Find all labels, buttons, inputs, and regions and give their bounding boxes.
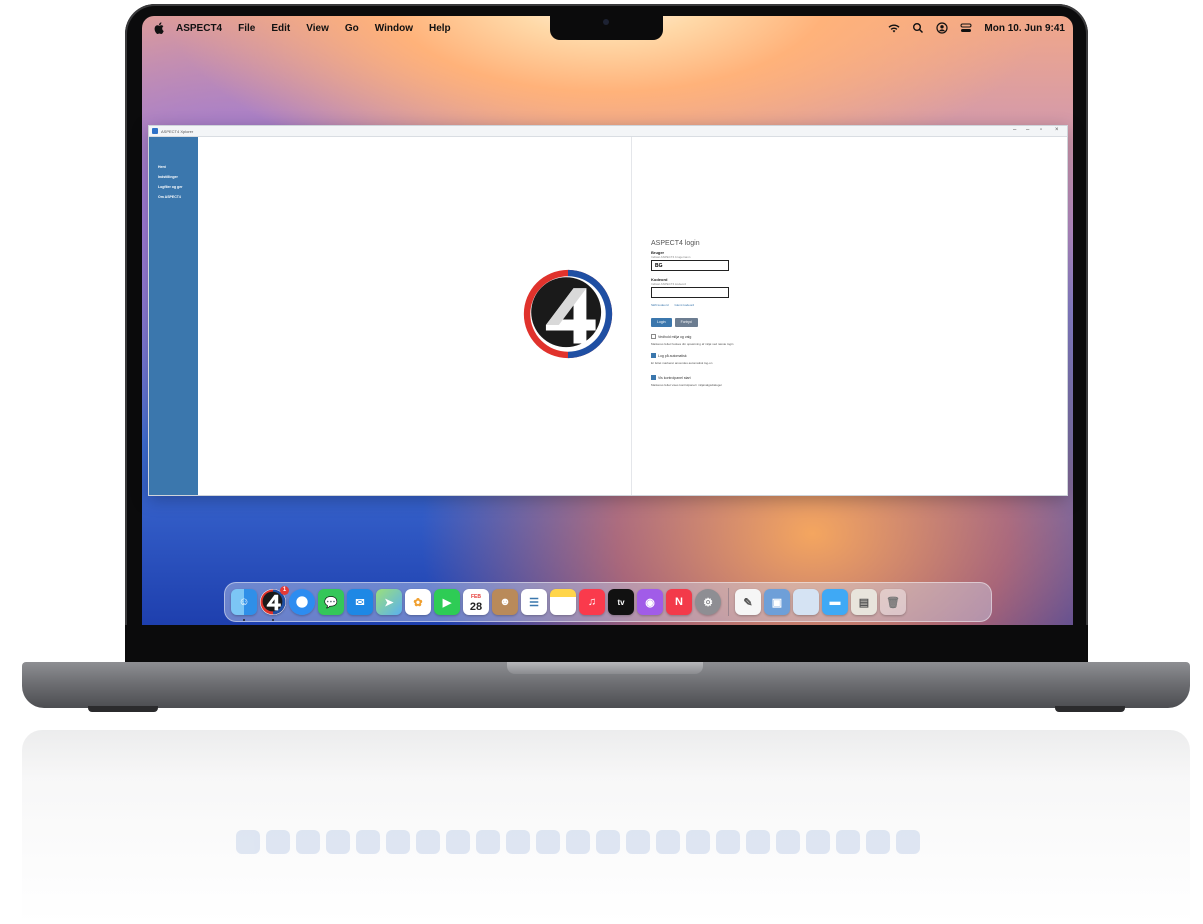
facetime-icon[interactable]: ▶	[434, 589, 460, 615]
sidebar-item-hent[interactable]: Hent	[149, 162, 198, 172]
notes-icon[interactable]	[550, 589, 576, 615]
menu-view[interactable]: View	[306, 23, 329, 34]
menu-go[interactable]: Go	[345, 23, 359, 34]
password-input[interactable]	[651, 287, 729, 298]
safari-icon[interactable]: ✧	[289, 589, 315, 615]
mail-icon[interactable]: ✉	[347, 589, 373, 615]
finder-icon[interactable]: ☺	[231, 589, 257, 621]
apple-tv-label: tv	[617, 597, 625, 607]
calendar-day: 28	[469, 601, 483, 613]
aspect4-window: ASPECT4 Xplorer – – ▫ × Hent Indstilling…	[148, 125, 1068, 496]
laptop-foot-right	[1055, 706, 1125, 712]
window-restore-button[interactable]: –	[1026, 127, 1029, 133]
trash-icon[interactable]: 🗑	[880, 589, 906, 615]
auto-login-checkbox[interactable]	[651, 353, 656, 358]
generic-app-icon[interactable]	[793, 589, 819, 615]
show-control-panel-description: Markeres feltet vises kontrolpanel i mil…	[651, 383, 723, 387]
sidebar-item-indstillinger[interactable]: Indstillinger	[149, 172, 198, 182]
control-center-icon[interactable]	[960, 22, 972, 34]
cancel-button[interactable]: Fortryd	[674, 318, 698, 327]
system-settings-icon[interactable]: ⚙	[695, 589, 721, 615]
menu-app-name[interactable]: ASPECT4	[176, 23, 222, 34]
user-hint: Indtast ASPECT4 brugernavn	[651, 255, 691, 259]
music-icon[interactable]: ♫	[579, 589, 605, 615]
window-title: ASPECT4 Xplorer	[161, 128, 194, 134]
menu-file[interactable]: File	[238, 23, 255, 34]
apple-tv-icon[interactable]: tv	[608, 589, 634, 615]
sidebar-item-om-aspect4[interactable]: Om ASPECT4	[149, 192, 198, 202]
dock: ☺ 1 ✧ 💬 ✉ ➤ ✿ ▶ FEB 28 ☻ ☰ ♫ tv ◉ N ⚙ ✎ …	[224, 582, 992, 622]
sidebar-item-logfiler[interactable]: Logfiler og ger	[149, 182, 198, 192]
aspect4-logo-icon	[523, 269, 613, 359]
laptop-chin	[125, 625, 1088, 665]
reminders-icon[interactable]: ☰	[521, 589, 547, 615]
password-hint: Indtast ASPECT4 kodeord	[651, 282, 687, 286]
laptop-foot-left	[88, 706, 158, 712]
menu-help[interactable]: Help	[429, 23, 451, 34]
login-title: ASPECT4 login	[651, 240, 700, 247]
podcasts-icon[interactable]: ◉	[637, 589, 663, 615]
user-input[interactable]	[651, 260, 729, 271]
login-button[interactable]: Login	[651, 318, 672, 327]
messages-icon[interactable]: 💬	[318, 589, 344, 615]
wifi-icon[interactable]	[888, 22, 900, 34]
window-app-icon	[152, 128, 158, 134]
camera-icon	[603, 19, 609, 25]
auto-login-label: Log på automatisk	[658, 353, 687, 358]
dock-separator	[728, 588, 729, 616]
keep-environment-checkbox[interactable]	[651, 334, 656, 339]
contacts-icon[interactable]: ☻	[492, 589, 518, 615]
show-control-panel-checkbox[interactable]	[651, 375, 656, 380]
login-panel: ASPECT4 login Bruger Indtast ASPECT4 bru…	[651, 240, 831, 387]
show-control-panel-label: Vis kontrolpanel start	[658, 375, 691, 380]
spotlight-search-icon[interactable]	[912, 22, 924, 34]
menu-window[interactable]: Window	[375, 23, 413, 34]
window-titlebar[interactable]: ASPECT4 Xplorer – – ▫ ×	[149, 126, 1067, 137]
aspect4-icon[interactable]: 1	[260, 586, 289, 621]
laptop-base-lip	[507, 662, 703, 674]
photos-icon[interactable]: ✿	[405, 589, 431, 615]
calendar-icon[interactable]: FEB 28	[463, 589, 489, 615]
textedit-icon[interactable]: ✎	[735, 589, 761, 615]
keep-environment-label: Vedhold miljø og valg	[658, 334, 692, 339]
preview-icon[interactable]: ▣	[764, 589, 790, 615]
keep-environment-description: Markeres feltet huskes din opsætning af …	[651, 342, 734, 346]
menu-edit[interactable]: Edit	[271, 23, 290, 34]
menu-clock[interactable]: Mon 10. Jun 9:41	[984, 23, 1065, 34]
apple-logo-icon[interactable]	[154, 22, 164, 34]
app-sidebar: Hent Indstillinger Logfiler og ger Om AS…	[149, 137, 198, 495]
maps-icon[interactable]: ➤	[376, 589, 402, 615]
panel-divider	[631, 137, 632, 495]
window-maximize-button[interactable]: ▫	[1040, 127, 1042, 133]
window-close-button[interactable]: ×	[1055, 127, 1059, 133]
notification-badge: 1	[280, 586, 289, 595]
window-minimize-button[interactable]: –	[1013, 127, 1016, 133]
folder-icon[interactable]: ▬	[822, 589, 848, 615]
forgot-password-link[interactable]: Glemt kodeord	[675, 303, 695, 307]
auto-login-description: Er feltet markeret anvendes automatisk l…	[651, 361, 713, 365]
dock-reflection	[226, 822, 998, 862]
user-account-icon[interactable]	[936, 22, 949, 34]
change-password-link[interactable]: Skift kodeord	[651, 303, 669, 307]
archive-icon[interactable]: ▤	[851, 589, 877, 615]
news-icon[interactable]: N	[666, 589, 692, 615]
